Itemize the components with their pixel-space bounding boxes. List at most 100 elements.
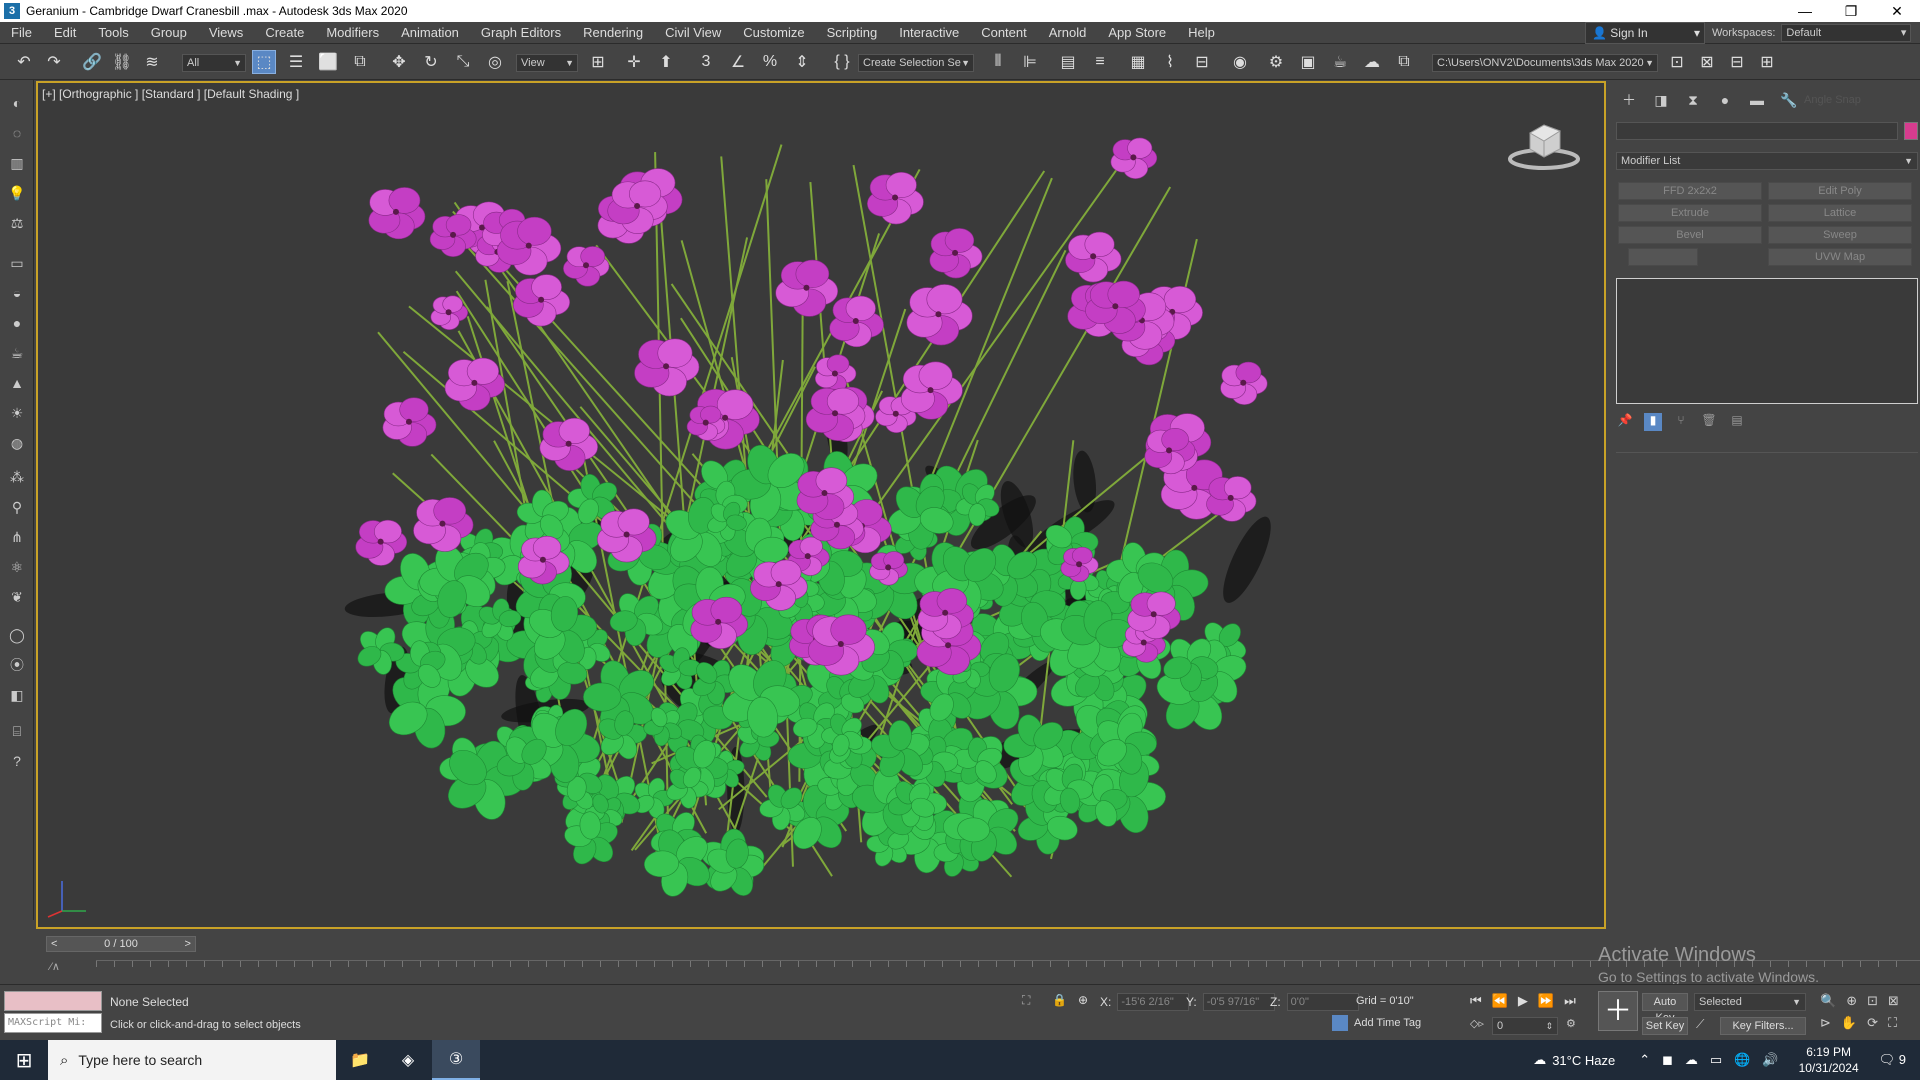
modify-tab-icon[interactable]: ◨ bbox=[1648, 88, 1674, 112]
maxscript-mini-listener[interactable]: MAXScript Mi: bbox=[4, 1013, 102, 1033]
utilities-icon[interactable]: ⌸ bbox=[5, 720, 29, 742]
menu-views[interactable]: Views bbox=[198, 22, 254, 44]
current-frame-field[interactable]: 0 ⇕ bbox=[1492, 1017, 1558, 1035]
project-folder-dropdown[interactable]: C:\Users\ONV2\Documents\3ds Max 2020 ▼ bbox=[1432, 54, 1658, 72]
light-icon[interactable]: 💡 bbox=[5, 182, 29, 204]
ffd-button[interactable]: FFD 2x2x2 bbox=[1618, 182, 1762, 200]
set-key-button[interactable]: Set Key bbox=[1642, 1017, 1688, 1035]
keyboard-shortcut-override-icon[interactable]: ✛ bbox=[622, 50, 646, 74]
menu-app-store[interactable]: App Store bbox=[1097, 22, 1177, 44]
menu-modifiers[interactable]: Modifiers bbox=[315, 22, 390, 44]
orbit-icon[interactable]: ⟳ bbox=[1867, 1015, 1878, 1031]
container-icon[interactable]: ⊞ bbox=[1755, 50, 1779, 74]
render-setup-icon[interactable]: ⚙ bbox=[1264, 50, 1288, 74]
select-by-name-icon[interactable]: ☰ bbox=[284, 50, 308, 74]
mirror-icon[interactable]: ⫴ bbox=[986, 50, 1010, 74]
paint-icon[interactable]: ▥ bbox=[5, 152, 29, 174]
curve-editor-icon[interactable]: ⌇ bbox=[1158, 50, 1182, 74]
render-production-icon[interactable]: ☕ bbox=[1328, 50, 1352, 74]
menu-civil-view[interactable]: Civil View bbox=[654, 22, 732, 44]
show-hidden-icons-icon[interactable]: ⌃ bbox=[1639, 1052, 1650, 1068]
material-editor-icon[interactable]: ◉ bbox=[1228, 50, 1252, 74]
set-key-big-button[interactable]: ＋ bbox=[1598, 991, 1638, 1031]
go-to-start-icon[interactable]: ⏮ bbox=[1470, 993, 1482, 1009]
teapot-icon[interactable]: ☕ bbox=[5, 342, 29, 364]
box-primitive-icon[interactable]: ▭ bbox=[5, 252, 29, 274]
select-object-icon[interactable]: ⬚ bbox=[252, 50, 276, 74]
antivirus-icon[interactable]: ◼ bbox=[1662, 1052, 1673, 1068]
minimize-button[interactable]: — bbox=[1782, 0, 1828, 22]
material-icon[interactable]: ⦿ bbox=[5, 654, 29, 676]
dome-icon[interactable]: ◒ bbox=[5, 282, 29, 304]
lattice-button[interactable]: Lattice bbox=[1768, 204, 1912, 222]
battery-icon[interactable]: ▭ bbox=[1710, 1052, 1722, 1068]
zoom-icon[interactable]: 🔍 bbox=[1820, 993, 1836, 1009]
render-in-cloud-icon[interactable]: ☁ bbox=[1360, 50, 1384, 74]
windows-start-icon[interactable]: ⊞ bbox=[0, 1040, 48, 1080]
lasso-icon[interactable]: ◌ bbox=[5, 122, 29, 144]
next-frame-icon[interactable]: ⏩ bbox=[1538, 993, 1554, 1009]
geranium-plant-model[interactable] bbox=[38, 83, 1604, 927]
render-shortcuts-icon[interactable]: ⧉ bbox=[1392, 50, 1416, 74]
modifier-stack[interactable] bbox=[1616, 278, 1918, 404]
open-explorer-icon[interactable]: ⊡ bbox=[1665, 50, 1689, 74]
menu-create[interactable]: Create bbox=[254, 22, 315, 44]
menu-arnold[interactable]: Arnold bbox=[1038, 22, 1098, 44]
mini-curve-editor-icon[interactable]: ⁄∧ bbox=[50, 960, 60, 973]
percent-snap-icon[interactable]: % bbox=[758, 50, 782, 74]
uvw-map-button[interactable]: UVW Map bbox=[1768, 248, 1912, 266]
menu-rendering[interactable]: Rendering bbox=[572, 22, 654, 44]
empty-modifier-button[interactable] bbox=[1628, 248, 1698, 266]
previous-frame-icon[interactable]: ⏪ bbox=[1492, 993, 1508, 1009]
geosphere-icon[interactable]: ◍ bbox=[5, 432, 29, 454]
sign-in-dropdown[interactable]: 👤 Sign In ▾ bbox=[1585, 22, 1705, 44]
undo-icon[interactable]: ↶ bbox=[12, 50, 36, 74]
edit-poly-button[interactable]: Edit Poly bbox=[1768, 182, 1912, 200]
select-scale-icon[interactable]: ⤡ bbox=[451, 50, 475, 74]
default-tangents-icon[interactable]: ⟋ bbox=[1696, 1017, 1704, 1032]
make-unique-icon[interactable]: ⑂ bbox=[1672, 413, 1690, 431]
motion-tab-icon[interactable]: ● bbox=[1712, 88, 1738, 112]
menu-scripting[interactable]: Scripting bbox=[816, 22, 889, 44]
menu-interactive[interactable]: Interactive bbox=[888, 22, 970, 44]
align-icon[interactable]: ⊫ bbox=[1018, 50, 1042, 74]
render-icon[interactable]: ◧ bbox=[5, 684, 29, 706]
utilities-tab-icon[interactable]: 🔧 bbox=[1776, 88, 1802, 112]
foliage-icon[interactable]: ❦ bbox=[5, 586, 29, 608]
menu-edit[interactable]: Edit bbox=[43, 22, 87, 44]
3dsmax-app-icon[interactable]: 3 bbox=[4, 3, 20, 19]
file-explorer-icon[interactable]: 📁 bbox=[336, 1040, 384, 1080]
onedrive-icon[interactable]: ☁ bbox=[1685, 1052, 1698, 1068]
select-place-icon[interactable]: ◎ bbox=[483, 50, 507, 74]
absolute-mode-icon[interactable]: ⊕ bbox=[1078, 993, 1088, 1007]
sphere-icon[interactable]: ● bbox=[5, 312, 29, 334]
reference-coordinate-dropdown[interactable]: View ▼ bbox=[516, 54, 578, 72]
sun-icon[interactable]: ☀ bbox=[5, 402, 29, 424]
menu-tools[interactable]: Tools bbox=[87, 22, 139, 44]
unlink-icon[interactable]: ⛓ bbox=[110, 50, 134, 74]
named-selection-dropdown[interactable]: Create Selection Se ▼ bbox=[858, 54, 974, 72]
menu-file[interactable]: File bbox=[0, 22, 43, 44]
select-rotate-icon[interactable]: ↻ bbox=[419, 50, 443, 74]
key-filters-button[interactable]: Key Filters... bbox=[1720, 1017, 1806, 1035]
globe-icon[interactable]: ◯ bbox=[5, 624, 29, 646]
snaps-toggle-icon[interactable]: 3 bbox=[694, 50, 718, 74]
select-move-icon[interactable]: ✥ bbox=[387, 50, 411, 74]
key-mode-icon[interactable]: ◇▹ bbox=[1470, 1017, 1484, 1030]
selection-filter-dropdown[interactable]: All ▼ bbox=[182, 54, 246, 72]
x-value-field[interactable]: -15'6 2/16" bbox=[1117, 993, 1190, 1011]
maxscript-listener-output[interactable] bbox=[4, 991, 102, 1011]
edit-named-selection-icon[interactable]: { } bbox=[830, 50, 854, 74]
system-clock[interactable]: 6:19 PM 10/31/2024 bbox=[1799, 1044, 1859, 1076]
create-tab-icon[interactable]: ＋ bbox=[1616, 88, 1642, 112]
toggle-scene-explorer-icon[interactable]: ▤ bbox=[1056, 50, 1080, 74]
z-value-field[interactable]: 0'0" bbox=[1286, 993, 1359, 1011]
scene-explorer-icon[interactable]: ⊠ bbox=[1695, 50, 1719, 74]
show-end-result-icon[interactable]: ▮ bbox=[1644, 413, 1662, 431]
particle-icon[interactable]: ⁂ bbox=[5, 466, 29, 488]
workspace-dropdown[interactable]: Default ▾ bbox=[1781, 24, 1912, 42]
menu-group[interactable]: Group bbox=[140, 22, 198, 44]
y-value-field[interactable]: -0'5 97/16" bbox=[1202, 993, 1275, 1011]
network-icon[interactable]: 🌐 bbox=[1734, 1052, 1750, 1068]
pan-view-icon[interactable]: ✋ bbox=[1841, 1015, 1857, 1031]
